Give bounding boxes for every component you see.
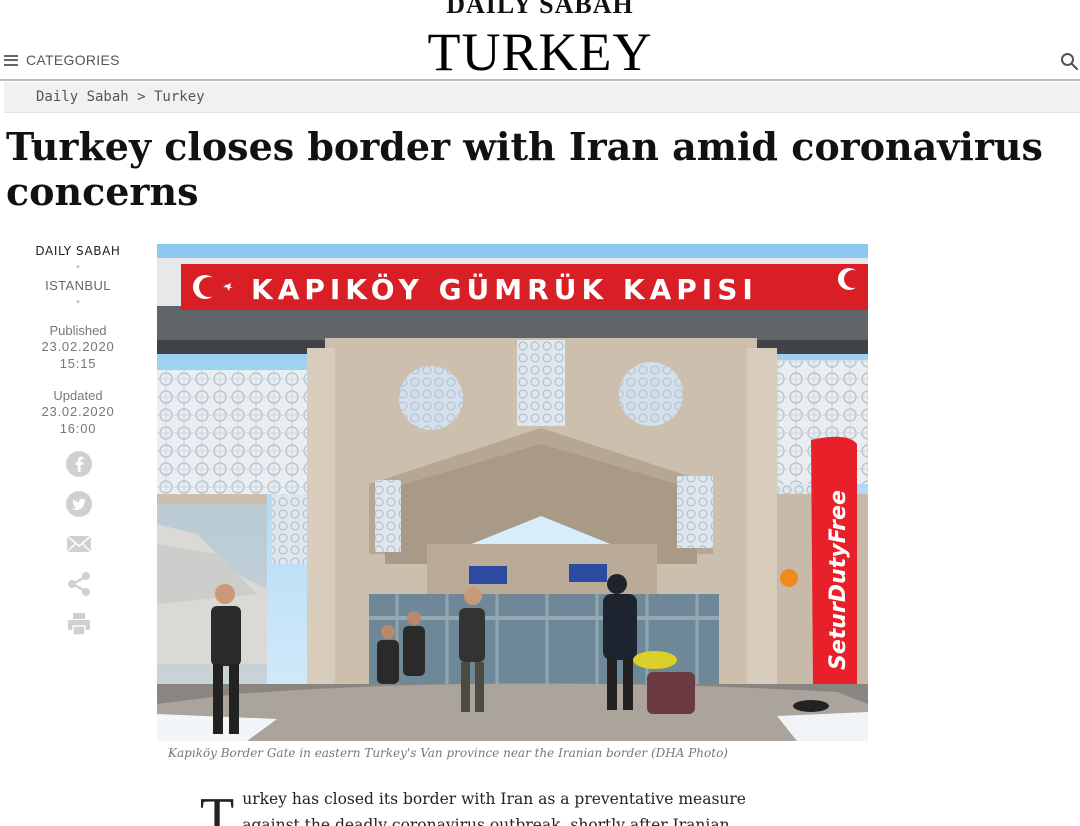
section-title[interactable]: TURKEY [0,24,1080,80]
article-meta: DAILY SABAH • ISTANBUL • Published 23.02… [20,244,136,437]
brand-logo[interactable]: DAILY SABAH [0,0,1080,20]
author-name[interactable]: DAILY SABAH [20,244,136,258]
meta-separator: • [76,297,80,308]
share-icon[interactable] [65,570,93,598]
header-divider [0,79,1080,81]
share-bar [64,450,94,650]
page: DAILY SABAH TURKEY CATEGORIES Daily Saba… [0,0,1080,826]
published-date: 23.02.2020 [41,339,115,354]
banner-text: SeturDutyFree [826,490,851,670]
categories-label: CATEGORIES [26,52,120,68]
search-icon[interactable] [1060,52,1078,70]
meta-separator: • [76,262,80,273]
article-title: Turkey closes border with Iran amid coro… [6,124,1043,214]
photo-caption: Kapıköy Border Gate in eastern Turkey's … [168,746,728,760]
twitter-icon[interactable] [65,490,93,518]
breadcrumb-text[interactable]: Daily Sabah > Turkey [36,89,205,105]
dateline-location: ISTANBUL [45,278,111,293]
published-time: 15:15 [59,356,97,371]
published-label: Published [49,323,107,338]
article-body: T urkey has closed its border with Iran … [200,786,760,826]
article-photo[interactable]: KAPIKÖY GÜMRÜK KAPISI SeturDutyFree [157,244,868,741]
updated-label: Updated [53,388,103,403]
border-gate-photo: KAPIKÖY GÜMRÜK KAPISI SeturDutyFree [157,244,868,741]
email-icon[interactable] [65,530,93,558]
updated-date: 23.02.2020 [41,404,115,419]
sign-text: KAPIKÖY GÜMRÜK KAPISI [251,272,758,306]
categories-menu-button[interactable]: CATEGORIES [4,52,120,68]
hamburger-icon [4,54,18,66]
breadcrumb: Daily Sabah > Turkey [4,82,1080,113]
print-icon[interactable] [65,610,93,638]
facebook-icon[interactable] [65,450,93,478]
updated-time: 16:00 [59,421,97,436]
body-line: urkey has closed its border with Iran as… [242,790,746,808]
drop-cap: T [200,787,235,826]
body-line: against the deadly coronavirus outbreak,… [242,816,730,826]
